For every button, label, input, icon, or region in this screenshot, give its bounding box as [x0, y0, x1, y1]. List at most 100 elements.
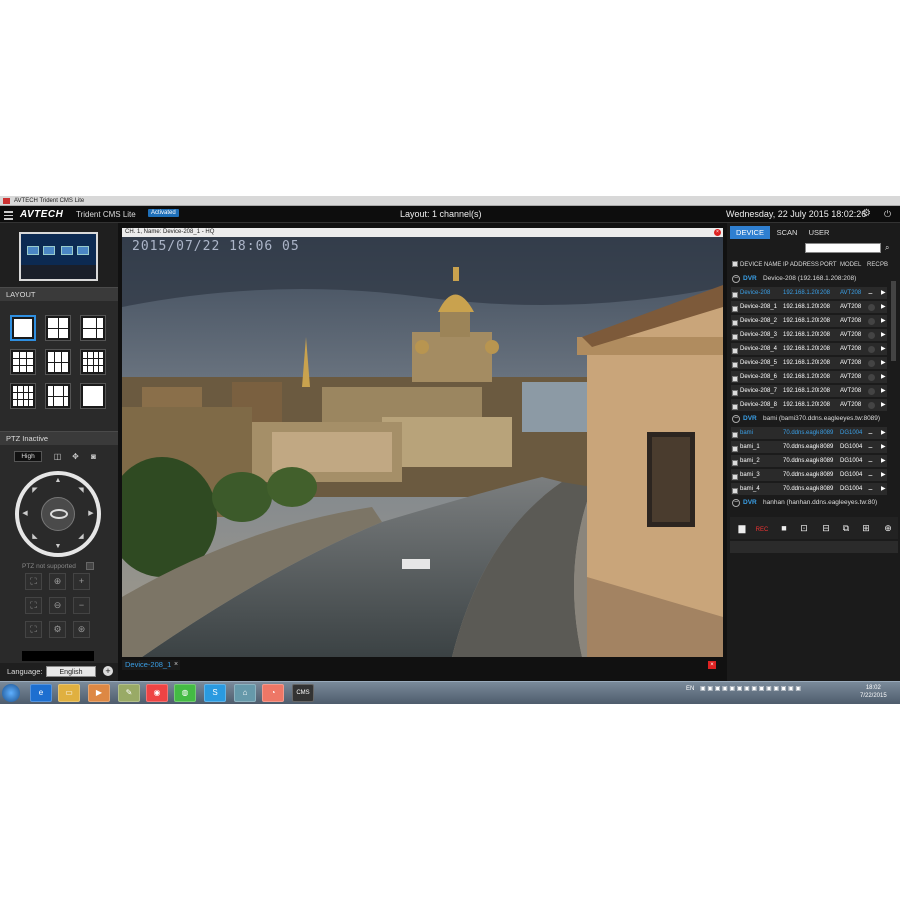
- playback-icon[interactable]: ▶: [881, 427, 886, 440]
- ptz-unsupported-checkbox[interactable]: [86, 562, 94, 570]
- add-icon[interactable]: +: [103, 666, 113, 676]
- scrollbar[interactable]: [891, 281, 896, 361]
- ptz-down-left-icon[interactable]: ◣: [31, 533, 39, 541]
- paint-icon[interactable]: ✎: [118, 684, 140, 702]
- layout-5x4-button[interactable]: [10, 383, 36, 409]
- playback-icon[interactable]: ▶: [881, 399, 886, 412]
- table-row[interactable]: Device-208_8 192.168.1.208 208 AVT208 ▶: [731, 399, 887, 412]
- rec-minus-icon[interactable]: −: [868, 287, 873, 300]
- auto-focus-icon[interactable]: ⛶: [25, 621, 42, 638]
- ptz-right-icon[interactable]: ▶: [87, 510, 95, 518]
- search-input[interactable]: [805, 243, 881, 253]
- add-device-icon[interactable]: ⊕: [880, 520, 896, 536]
- playback-icon[interactable]: ▶: [881, 455, 886, 468]
- device-group[interactable]: − DVR hanhan (hanhan.ddns.eagleeyes.tw:80): [731, 497, 891, 509]
- zoom-out-icon[interactable]: ⊖: [49, 597, 66, 614]
- ptz-preset-field[interactable]: [22, 651, 94, 661]
- table-row[interactable]: bami_4 70.ddns.eaglee8089 DG1004−▶: [731, 483, 887, 496]
- firefox-icon[interactable]: ◔: [262, 684, 284, 702]
- collapse-icon[interactable]: −: [732, 275, 740, 283]
- playback-icon[interactable]: ▶: [881, 287, 886, 300]
- playback-icon[interactable]: ▶: [881, 385, 886, 398]
- cms-taskbar-button[interactable]: CMS: [292, 684, 314, 702]
- rec-minus-icon[interactable]: −: [868, 441, 873, 454]
- row-checkbox[interactable]: [732, 306, 738, 313]
- device-group[interactable]: − DVR Device-208 (192.168.1.208:208): [731, 273, 891, 285]
- row-checkbox[interactable]: [732, 292, 738, 299]
- ptz-down-icon[interactable]: ▼: [54, 543, 62, 551]
- table-row[interactable]: Device-208_1 192.168.1.208 208 AVT208 ▶: [731, 301, 887, 314]
- playback-icon[interactable]: ▶: [881, 343, 886, 356]
- focus-near-icon[interactable]: ⛶: [25, 597, 42, 614]
- export-icon[interactable]: ⧉: [838, 520, 854, 536]
- playback-icon[interactable]: ▶: [881, 357, 886, 370]
- playback-icon[interactable]: ▶: [881, 315, 886, 328]
- rec-button[interactable]: REC: [754, 520, 770, 536]
- row-checkbox[interactable]: [732, 460, 738, 467]
- rec-minus-icon[interactable]: −: [868, 469, 873, 482]
- skype-icon[interactable]: S: [204, 684, 226, 702]
- row-checkbox[interactable]: [732, 334, 738, 341]
- plus-icon[interactable]: +: [73, 573, 90, 590]
- zoom-in-icon[interactable]: ⊕: [49, 573, 66, 590]
- row-checkbox[interactable]: [732, 390, 738, 397]
- media-icon[interactable]: ▶: [88, 684, 110, 702]
- camera-icon[interactable]: ◙: [88, 451, 99, 462]
- playback-icon[interactable]: ▶: [881, 301, 886, 314]
- playback-icon[interactable]: ▶: [881, 441, 886, 454]
- tray-icons[interactable]: ▣ ▣ ▣ ▣ ▣ ▣ ▣ ▣ ▣ ▣ ▣ ▣ ▣ ▣: [700, 686, 801, 692]
- layout-4x4-button[interactable]: [80, 349, 106, 375]
- ptz-left-icon[interactable]: ◀: [21, 510, 29, 518]
- table-row[interactable]: Device-208_2 192.168.1.208 208 AVT208 ▶: [731, 315, 887, 328]
- chrome-icon[interactable]: ◉: [146, 684, 168, 702]
- ptz-up-right-icon[interactable]: ◥: [77, 487, 85, 495]
- table-row[interactable]: Device-208 192.168.1.208 208 AVT208− ▶: [731, 287, 887, 300]
- stop-icon[interactable]: ■: [776, 520, 792, 536]
- table-row[interactable]: Device-208_3 192.168.1.208 208 AVT208 ▶: [731, 329, 887, 342]
- row-checkbox[interactable]: [732, 432, 738, 439]
- line-icon[interactable]: ◍: [174, 684, 196, 702]
- quality-select[interactable]: High: [14, 451, 42, 462]
- system-clock[interactable]: 18:02 7/22/2015: [860, 684, 887, 700]
- gear-icon[interactable]: ⚙: [862, 209, 872, 219]
- ie-icon[interactable]: e: [30, 684, 52, 702]
- collapse-icon[interactable]: −: [732, 499, 740, 507]
- snapshot-save-icon[interactable]: ⊡: [796, 520, 812, 536]
- table-row[interactable]: bami_2 70.ddns.eaglee8089 DG1004−▶: [731, 455, 887, 468]
- layout-1plus5-button[interactable]: [80, 315, 106, 341]
- rec-minus-icon[interactable]: −: [868, 427, 873, 440]
- preview-thumbnail[interactable]: [19, 232, 98, 281]
- row-checkbox[interactable]: [732, 474, 738, 481]
- ptz-up-left-icon[interactable]: ◤: [31, 487, 39, 495]
- ptz-up-icon[interactable]: ▲: [54, 477, 62, 485]
- row-checkbox[interactable]: [732, 320, 738, 327]
- power-icon[interactable]: ⏻: [884, 209, 894, 219]
- ptz-center-button[interactable]: [41, 497, 75, 531]
- playback-icon[interactable]: ▶: [881, 483, 886, 496]
- playback-icon[interactable]: ▶: [881, 329, 886, 342]
- rec-minus-icon[interactable]: −: [868, 455, 873, 468]
- table-row[interactable]: bami_3 70.ddns.eaglee8089 DG1004−▶: [731, 469, 887, 482]
- backup-icon[interactable]: ⊟: [818, 520, 834, 536]
- table-row[interactable]: Device-208_4 192.168.1.208 208 AVT208 ▶: [731, 343, 887, 356]
- language-select[interactable]: English: [46, 666, 96, 677]
- folder-icon[interactable]: ▭: [58, 684, 80, 702]
- layout-2x2-button[interactable]: [45, 315, 71, 341]
- focus-far-icon[interactable]: ⛶: [25, 573, 42, 590]
- close-all-icon[interactable]: ×: [708, 661, 716, 669]
- row-checkbox[interactable]: [732, 488, 738, 495]
- tab-scan[interactable]: SCAN: [772, 226, 802, 239]
- row-checkbox[interactable]: [732, 362, 738, 369]
- minus-icon[interactable]: −: [73, 597, 90, 614]
- move-icon[interactable]: ✥: [70, 451, 81, 462]
- collapse-icon[interactable]: −: [732, 415, 740, 423]
- preset-icon[interactable]: ⊛: [73, 621, 90, 638]
- tab-user[interactable]: USER: [804, 226, 834, 239]
- ptz-down-right-icon[interactable]: ◢: [77, 533, 85, 541]
- playback-icon[interactable]: ▶: [881, 371, 886, 384]
- table-row[interactable]: bami_1 70.ddns.eaglee8089 DG1004−▶: [731, 441, 887, 454]
- ptz-joystick[interactable]: ▲ ▼ ◀ ▶ ◤ ◥ ◣ ◢: [15, 471, 101, 557]
- tab-device[interactable]: DEVICE: [730, 226, 770, 239]
- row-checkbox[interactable]: [732, 404, 738, 411]
- table-row[interactable]: Device-208_6 192.168.1.208 208 AVT208 ▶: [731, 371, 887, 384]
